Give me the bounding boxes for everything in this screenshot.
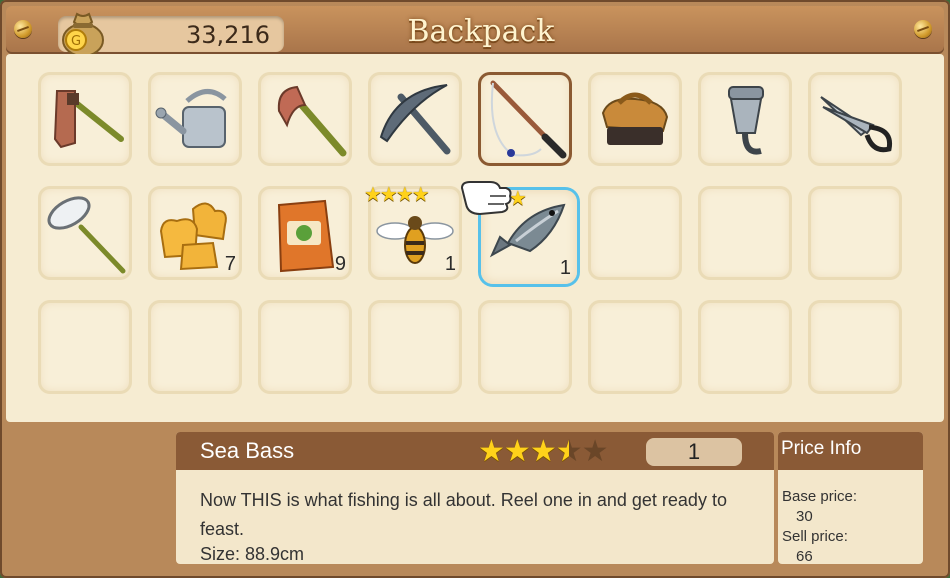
slot-fishing-rod[interactable] bbox=[478, 72, 572, 166]
hoe-icon bbox=[53, 90, 124, 149]
item-name: Sea Bass bbox=[200, 438, 295, 463]
star-icon: ★ bbox=[581, 434, 609, 469]
price-info-title: Price Info bbox=[781, 438, 862, 459]
empty-slot[interactable] bbox=[698, 300, 792, 394]
brush-icon bbox=[601, 92, 669, 145]
empty-slot[interactable] bbox=[808, 186, 902, 280]
page-title: Backpack bbox=[407, 14, 555, 49]
pickaxe-icon bbox=[379, 84, 451, 155]
item-count: 1 bbox=[646, 438, 742, 466]
sell-price-label: Sell price: bbox=[782, 528, 848, 545]
empty-slot[interactable] bbox=[588, 300, 682, 394]
slot-watering-can[interactable] bbox=[148, 72, 242, 166]
empty-slot[interactable] bbox=[258, 300, 352, 394]
slot-seed-bag[interactable]: 9 bbox=[258, 186, 352, 280]
half-star-icon: ★★ bbox=[555, 434, 583, 469]
details-area: Sea Bass ★★★★★★ 1 Now THIS is what fishi… bbox=[6, 422, 944, 572]
slot-axe[interactable] bbox=[258, 72, 352, 166]
item-quantity: 1 bbox=[559, 257, 571, 279]
item-size: Size: 88.9cm bbox=[200, 544, 305, 564]
sell-price-value: 66 bbox=[796, 548, 813, 565]
item-description: Now THIS is what fishing is all about. R… bbox=[200, 490, 727, 539]
header-bar: G 33,216 Backpack bbox=[6, 6, 944, 57]
shears-icon bbox=[820, 96, 893, 153]
item-quantity: 9 bbox=[334, 253, 346, 275]
slot-hoe[interactable] bbox=[38, 72, 132, 166]
slot-bug-net[interactable] bbox=[38, 186, 132, 280]
price-info-header: Price Info bbox=[778, 432, 923, 470]
base-price-value: 30 bbox=[796, 508, 813, 525]
slot-milker[interactable] bbox=[698, 72, 792, 166]
slot-brush[interactable] bbox=[588, 72, 682, 166]
empty-slot[interactable] bbox=[148, 300, 242, 394]
base-price-label: Base price: bbox=[782, 488, 858, 505]
item-quantity: 7 bbox=[224, 253, 236, 275]
axe-icon bbox=[277, 85, 347, 157]
star-icon: ★ bbox=[503, 434, 531, 469]
star-icon: ★ bbox=[478, 434, 505, 469]
pointer-hand-icon bbox=[460, 181, 512, 216]
item-rating-stars: ★★★★★★ bbox=[478, 434, 609, 469]
empty-slot[interactable] bbox=[588, 186, 682, 280]
item-info-header: Sea Bass ★★★★★★ 1 bbox=[176, 432, 774, 470]
empty-slot[interactable] bbox=[38, 300, 132, 394]
empty-slot[interactable] bbox=[368, 300, 462, 394]
milker-icon bbox=[728, 86, 764, 155]
slot-shears[interactable] bbox=[808, 72, 902, 166]
fishing-rod-icon bbox=[490, 80, 567, 159]
empty-slot[interactable] bbox=[698, 186, 792, 280]
item-quantity: 1 bbox=[444, 253, 456, 275]
slot-pickaxe[interactable] bbox=[368, 72, 462, 166]
slot-bee[interactable]: ★★★★ 1 bbox=[364, 182, 462, 280]
inventory-grid: 7 9 ★★★★ 1 ★★★ bbox=[6, 54, 944, 422]
backpack-window: G 33,216 Backpack 7 9 ★★★★ 1 1 Sea Bass … bbox=[0, 0, 950, 578]
watering-can-icon bbox=[155, 89, 227, 148]
empty-slot[interactable] bbox=[808, 300, 902, 394]
price-info-panel: Price Info Base price: 30 Sell price: 66 bbox=[778, 432, 923, 565]
slot-animal-crackers[interactable]: 7 bbox=[148, 186, 242, 280]
star-icon: ★ bbox=[529, 434, 557, 469]
empty-slot[interactable] bbox=[478, 300, 572, 394]
item-info-panel: Sea Bass ★★★★★★ 1 Now THIS is what fishi… bbox=[176, 432, 774, 564]
bug-net-icon bbox=[47, 196, 126, 274]
